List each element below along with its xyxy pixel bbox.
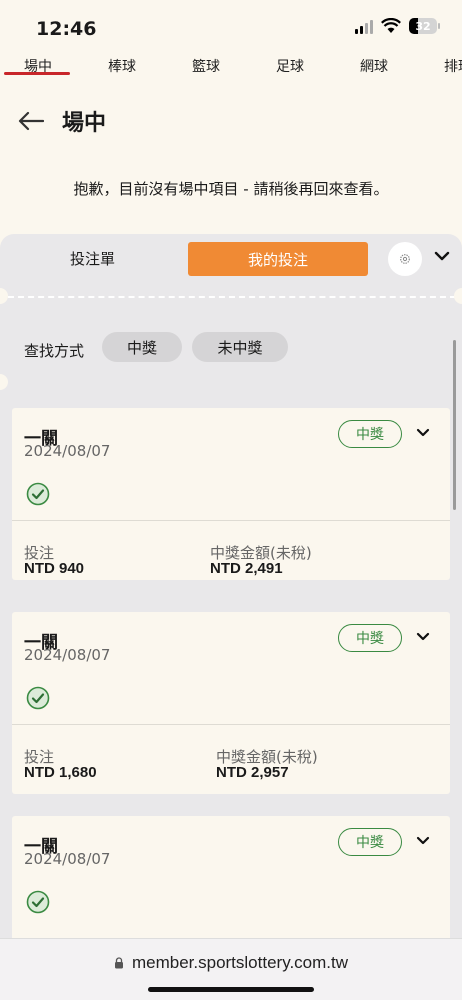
filter-lose-chip[interactable]: 未中獎 (192, 332, 288, 362)
ticket-notch (454, 288, 462, 304)
tab-my-bets[interactable]: 我的投注 (188, 242, 368, 276)
payout-value: NTD 2,957 (216, 764, 289, 781)
betslip-panel: 投注單 我的投注 查找方式 中獎 未中獎 (0, 234, 462, 404)
bet-date: 2024/08/07 (24, 442, 111, 460)
settings-button[interactable] (388, 242, 422, 276)
url-text: member.sportslottery.com.tw (131, 953, 349, 972)
scrollbar[interactable] (453, 340, 456, 510)
stake-value: NTD 1,680 (24, 764, 97, 781)
active-tab-indicator (4, 72, 70, 75)
home-indicator[interactable] (148, 987, 314, 992)
bet-list: 一關 2024/08/07 中獎 投注 NTD 940 中獎金額(未稅) NTD… (0, 390, 462, 946)
payout-value: NTD 2,491 (210, 560, 283, 577)
divider (8, 296, 456, 298)
filter-win-chip[interactable]: 中獎 (102, 332, 182, 362)
back-arrow-icon[interactable] (18, 111, 44, 131)
chevron-down-icon[interactable] (416, 428, 430, 438)
status-icons: 32 (355, 18, 440, 34)
divider (12, 520, 450, 521)
tab-volleyball[interactable]: 排球 (444, 56, 462, 76)
check-circle-icon (26, 686, 50, 710)
url-content: member.sportslottery.com.tw (0, 953, 462, 973)
battery-icon: 32 (409, 18, 440, 34)
bet-card[interactable]: 一關 2024/08/07 中獎 投注 NTD 940 中獎金額(未稅) NTD… (12, 408, 450, 580)
lock-icon (114, 957, 123, 969)
bet-date: 2024/08/07 (24, 646, 111, 664)
chevron-down-icon[interactable] (434, 250, 450, 262)
page-title: 場中 (62, 111, 107, 136)
url-bar[interactable]: member.sportslottery.com.tw (0, 938, 462, 1000)
filter-label: 查找方式 (24, 342, 85, 360)
status-time: 12:46 (36, 18, 97, 40)
bet-card[interactable]: 一關 2024/08/07 中獎 (12, 816, 450, 946)
tab-basketball[interactable]: 籃球 (192, 56, 220, 76)
signal-icon (355, 18, 373, 34)
ticket-notch (0, 374, 8, 390)
tab-baseball[interactable]: 棒球 (108, 56, 136, 76)
bet-date: 2024/08/07 (24, 850, 111, 868)
check-circle-icon (26, 890, 50, 914)
chevron-down-icon[interactable] (416, 836, 430, 846)
divider (12, 724, 450, 725)
tab-tennis[interactable]: 網球 (360, 56, 388, 76)
status-badge: 中獎 (338, 828, 402, 856)
tab-betslip[interactable]: 投注單 (70, 248, 115, 269)
status-badge: 中獎 (338, 420, 402, 448)
status-bar: 12:46 32 (0, 0, 462, 50)
stake-value: NTD 940 (24, 560, 85, 577)
tab-soccer[interactable]: 足球 (276, 56, 304, 76)
page-header: 場中 (18, 105, 106, 137)
empty-message: 抱歉，目前沒有場中項目 - 請稍後再回來查看。 (73, 180, 389, 198)
status-badge: 中獎 (338, 624, 402, 652)
check-circle-icon (26, 482, 50, 506)
bet-card[interactable]: 一關 2024/08/07 中獎 投注 NTD 1,680 中獎金額(未稅) N… (12, 612, 450, 794)
ticket-notch (0, 288, 8, 304)
chevron-down-icon[interactable] (416, 632, 430, 642)
wifi-icon (381, 18, 401, 33)
settings-icon (400, 254, 410, 264)
battery-level: 32 (415, 19, 431, 33)
